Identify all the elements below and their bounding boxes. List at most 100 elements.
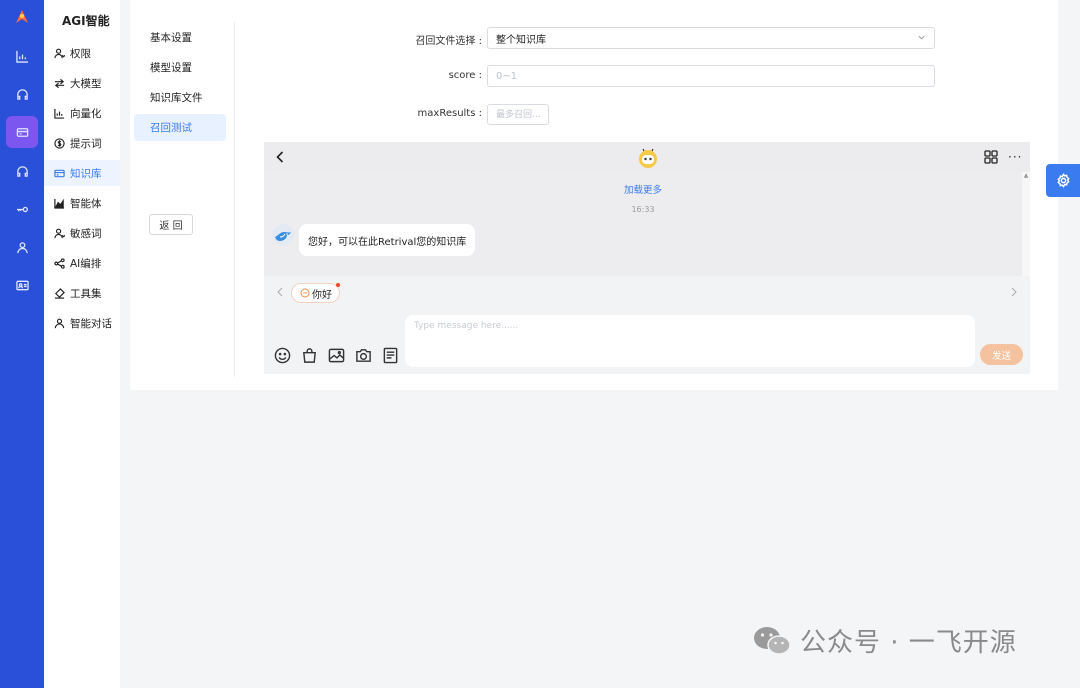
chat-header: ···	[264, 142, 1030, 172]
settings-float-button[interactable]	[1046, 164, 1080, 197]
chart-icon	[15, 50, 28, 63]
share-icon	[54, 257, 65, 269]
image-button[interactable]	[326, 345, 346, 365]
user-icon	[16, 241, 28, 253]
bird-icon	[275, 232, 291, 241]
document-button[interactable]	[380, 345, 400, 365]
user-icon	[54, 48, 65, 58]
chat-toolbar	[272, 345, 407, 365]
side-menu: AGI智能 权限 大模型 向量化 提示词 知识库 智能体 敏感词 AI编排 工具…	[44, 0, 120, 688]
quick-reply-chip[interactable]: 你好	[291, 283, 340, 303]
menu-item-label: 工具集	[70, 287, 102, 300]
grid-icon[interactable]	[984, 150, 998, 164]
area-chart-icon	[54, 198, 65, 209]
chat-widget: ··· 加载更多 16:33 您好，可以在此Retrival您的知识库 ▲ 你好	[264, 142, 1030, 374]
bag-icon	[302, 347, 316, 363]
recall-file-label: 召回文件选择 :	[415, 36, 482, 47]
chevron-left-icon[interactable]	[276, 287, 284, 297]
score-input[interactable]	[487, 65, 935, 87]
menu-item-label: 大模型	[70, 77, 102, 90]
back-button[interactable]: 返 回	[149, 214, 193, 235]
icon-rail	[0, 0, 44, 688]
user-icon	[54, 318, 65, 328]
main-card: 基本设置 模型设置 知识库文件 召回测试 返 回 召回文件选择 : 整个知识库 …	[130, 0, 1058, 390]
menu-item-label: 权限	[70, 47, 91, 60]
logo-icon	[16, 10, 28, 23]
knowledge-icon	[54, 169, 65, 177]
menu-item-label: 智能体	[70, 197, 102, 210]
menu-item-ai-orchestration[interactable]: AI编排	[44, 250, 120, 276]
knowledge-icon	[16, 127, 28, 137]
menu-item-label: 向量化	[70, 107, 102, 120]
message-timestamp: 16:33	[631, 205, 655, 214]
sub-navigation: 基本设置 模型设置 知识库文件 召回测试	[134, 24, 226, 144]
divider	[234, 22, 235, 377]
bot-avatar	[272, 224, 294, 246]
rail-user-button[interactable]	[0, 232, 44, 262]
dollar-icon	[54, 137, 65, 149]
emoji-icon	[274, 347, 290, 363]
key-icon	[16, 206, 28, 212]
rail-headset-button-2[interactable]	[0, 156, 44, 186]
recall-file-select[interactable]: 整个知识库	[487, 27, 935, 49]
headset-icon	[16, 165, 28, 177]
message-input[interactable]	[405, 315, 975, 367]
rail-knowledge-button[interactable]	[6, 116, 38, 148]
menu-item-sensitive-words[interactable]: 敏感词	[44, 220, 120, 246]
bag-button[interactable]	[299, 345, 319, 365]
menu-item-knowledge[interactable]: 知识库	[44, 160, 120, 186]
menu-item-prompt[interactable]: 提示词	[44, 130, 120, 156]
document-icon	[383, 347, 397, 363]
swap-icon	[54, 78, 65, 88]
score-label: score :	[448, 70, 482, 81]
camera-button[interactable]	[353, 345, 373, 365]
headset-icon	[16, 88, 28, 100]
gear-icon	[1056, 173, 1070, 188]
send-button[interactable]: 发送	[980, 344, 1023, 365]
notification-dot	[336, 283, 340, 287]
chat-bubble-icon	[300, 288, 310, 298]
menu-item-label: AI编排	[70, 257, 102, 270]
menu-item-label: 智能对话	[70, 317, 112, 330]
chevron-right-icon[interactable]	[1010, 287, 1018, 297]
menu-item-smart-chat[interactable]: 智能对话	[44, 310, 120, 336]
chat-scrollbar[interactable]: ▲	[1022, 172, 1030, 276]
brush-icon	[54, 287, 65, 299]
menu-item-permission[interactable]: 权限	[44, 40, 120, 66]
emoji-button[interactable]	[272, 345, 292, 365]
rail-id-card-button[interactable]	[0, 270, 44, 300]
chart-icon	[54, 108, 65, 119]
more-icon[interactable]: ···	[1008, 150, 1022, 164]
menu-item-llm[interactable]: 大模型	[44, 70, 120, 96]
rail-chart-button[interactable]	[0, 41, 44, 71]
subnav-knowledge-files[interactable]: 知识库文件	[134, 84, 226, 111]
bot-avatar-icon	[639, 148, 657, 168]
recall-file-value: 整个知识库	[496, 34, 546, 46]
user-icon	[54, 228, 65, 238]
image-icon	[328, 348, 344, 362]
back-arrow-icon[interactable]	[274, 150, 286, 164]
quick-reply-label: 你好	[312, 289, 332, 301]
watermark: 公众号 · 一飞开源	[752, 622, 1017, 659]
bot-message-bubble: 您好，可以在此Retrival您的知识库	[299, 224, 476, 256]
rail-headset-button[interactable]	[0, 79, 44, 109]
load-more-link[interactable]: 加载更多	[264, 182, 1022, 196]
rail-key-button[interactable]	[0, 194, 44, 224]
subnav-basic-settings[interactable]: 基本设置	[134, 24, 226, 51]
subnav-model-settings[interactable]: 模型设置	[134, 54, 226, 81]
camera-icon	[355, 348, 371, 362]
watermark-text: 公众号 · 一飞开源	[800, 628, 1017, 658]
max-results-label: maxResults :	[417, 108, 482, 119]
max-results-input[interactable]	[487, 104, 549, 125]
subnav-recall-test[interactable]: 召回测试	[134, 114, 226, 141]
menu-item-label: 知识库	[70, 167, 102, 180]
menu-item-vectorize[interactable]: 向量化	[44, 100, 120, 126]
id-card-icon	[15, 280, 29, 290]
menu-item-agent[interactable]: 智能体	[44, 190, 120, 216]
brand-title: AGI智能	[62, 14, 110, 28]
chat-messages: 加载更多 16:33 您好，可以在此Retrival您的知识库	[264, 172, 1022, 276]
wechat-icon	[754, 626, 791, 655]
quick-replies: 你好	[264, 278, 1030, 308]
menu-item-toolset[interactable]: 工具集	[44, 280, 120, 306]
menu-item-label: 提示词	[70, 137, 102, 150]
